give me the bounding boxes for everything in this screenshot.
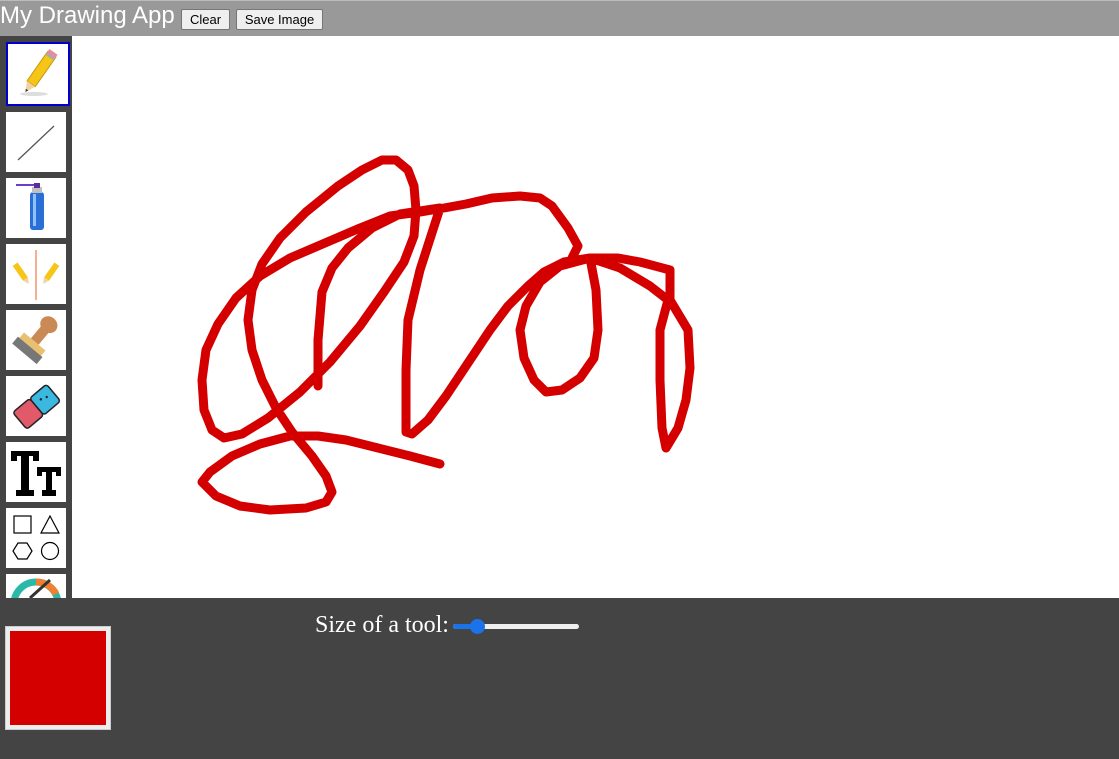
stamp-icon [12, 316, 58, 365]
size-label: Size of a tool: [315, 612, 449, 638]
pencil-icon [20, 49, 58, 96]
red-freehand-stroke [197, 155, 695, 515]
mirror-pencils-icon [12, 250, 60, 300]
slider-thumb[interactable] [469, 619, 485, 634]
tool-pencil[interactable] [6, 42, 70, 106]
text-icon [11, 451, 61, 496]
color-picker-swatch[interactable] [5, 626, 111, 730]
eraser-icon [13, 384, 61, 429]
tool-color-picker[interactable] [6, 574, 66, 598]
line-icon [17, 125, 55, 161]
tool-stamp[interactable] [6, 310, 66, 370]
tool-spray[interactable] [6, 178, 66, 238]
drawing-canvas[interactable] [72, 36, 1119, 598]
save-image-button[interactable]: Save Image [236, 9, 323, 30]
tool-shapes[interactable] [6, 508, 66, 568]
shapes-icon [12, 514, 60, 561]
tool-text[interactable] [6, 442, 66, 502]
app-title: My Drawing App [0, 2, 175, 29]
top-bar: My Drawing App Clear Save Image [0, 0, 1119, 36]
current-color [10, 631, 106, 725]
tool-mirror[interactable] [6, 244, 66, 304]
spray-can-icon [16, 183, 44, 230]
bottom-panel: Size of a tool: [0, 598, 1119, 759]
color-wheel-icon [11, 578, 61, 598]
clear-button[interactable]: Clear [181, 9, 230, 30]
tool-eraser[interactable] [6, 376, 66, 436]
tool-line[interactable] [6, 112, 66, 172]
tool-sidebar [0, 36, 72, 598]
size-slider[interactable] [451, 619, 581, 634]
